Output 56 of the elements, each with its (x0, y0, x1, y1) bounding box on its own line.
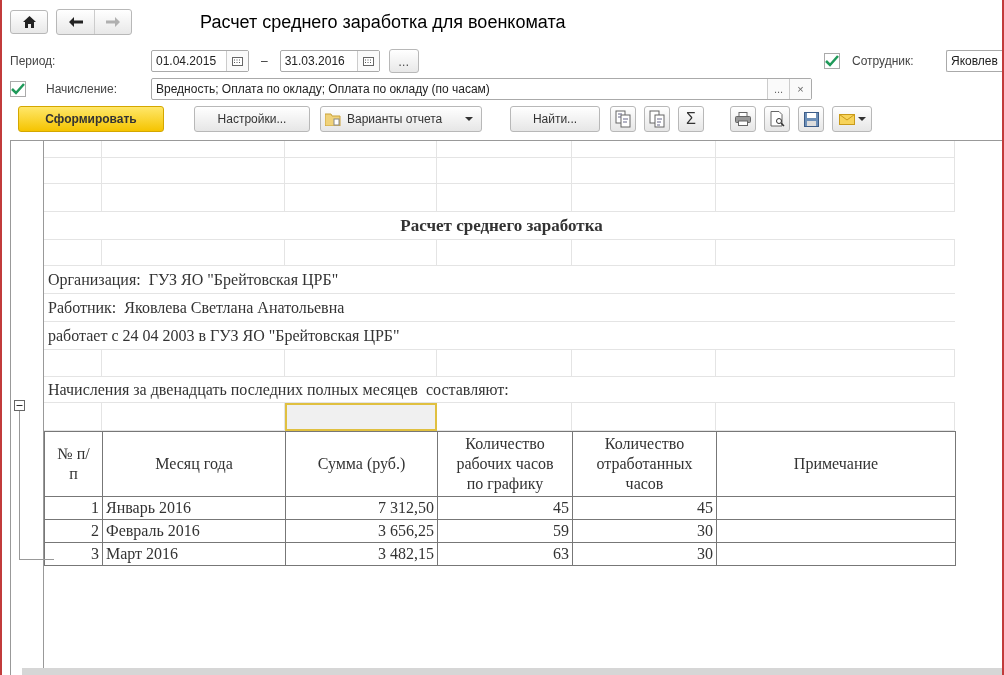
report-line: Организация: ГУЗ ЯО "Брейтовская ЦРБ" (47, 270, 339, 289)
selected-cell[interactable] (285, 403, 437, 431)
checkmark-icon (825, 55, 839, 67)
print-button[interactable] (730, 106, 756, 132)
accrual-label: Начисление: (46, 82, 119, 96)
documents-icon (649, 110, 665, 128)
grid-cell (44, 141, 102, 158)
home-button[interactable] (10, 10, 48, 34)
date-field[interactable]: 01.04.2015 (151, 50, 249, 72)
page-magnifier-icon (769, 111, 785, 127)
calendar-button[interactable] (226, 51, 248, 71)
report-variants-dropdown[interactable]: Варианты отчета (320, 106, 482, 132)
generate-button[interactable]: Сформировать (18, 106, 164, 132)
preview-button[interactable] (764, 106, 790, 132)
checkbox[interactable] (824, 53, 840, 69)
report-line: работает с 24 04 2003 в ГУЗ ЯО "Брейтовская ЦРБ" (47, 326, 400, 345)
column-header: № п/п (44, 431, 103, 497)
period-select-button[interactable]: ... (388, 49, 419, 73)
home-icon (22, 16, 36, 28)
accrual-field[interactable]: Вредность; Оплата по окладу; Оплата по окладу (по часам) ... × (151, 78, 812, 100)
period-label: Период: (10, 54, 57, 68)
folder-icon (325, 112, 341, 126)
toolbar-button[interactable] (610, 106, 636, 132)
checkbox[interactable] (10, 81, 26, 97)
dash: – (261, 54, 268, 68)
calendar-button[interactable] (356, 51, 379, 71)
calendar-icon (362, 56, 374, 66)
clear-button[interactable]: × (789, 79, 811, 99)
checkmark-icon (11, 83, 25, 95)
scrollbar[interactable] (22, 668, 1002, 675)
settings-button[interactable]: Настройки... (194, 106, 310, 132)
caret-icon (857, 117, 866, 121)
report-line: Работник: Яковлева Светлана Анатольевна (47, 298, 345, 317)
send-button[interactable] (832, 106, 872, 132)
printer-icon (735, 112, 751, 126)
report-line: Начисления за двенадцать последних полных месяцев составляют: (47, 380, 509, 399)
right-arrow-icon (106, 17, 120, 27)
column-header: Примечание (716, 431, 956, 497)
caret-icon (465, 117, 473, 121)
report-title: Расчет среднего заработка (399, 215, 603, 236)
save-button[interactable] (798, 106, 824, 132)
find-button[interactable]: Найти... (510, 106, 600, 132)
window-title: Расчет среднего заработка для военкомата (200, 11, 566, 33)
sum-button[interactable]: Σ (678, 106, 704, 132)
collapse-icon[interactable] (14, 400, 25, 411)
employee-label: Сотрудник: (852, 54, 915, 68)
date-field[interactable]: 31.03.2016 (279, 50, 380, 72)
select-button[interactable]: ... (767, 79, 789, 99)
calendar-icon (232, 56, 243, 66)
documents-icon (615, 110, 631, 128)
employee-field[interactable]: Яковлев (946, 50, 1002, 72)
left-arrow-icon (68, 17, 83, 27)
grid-cell (44, 158, 102, 184)
table-cell: 3 (44, 542, 103, 566)
envelope-icon (838, 113, 855, 125)
grid-cell (44, 184, 102, 212)
